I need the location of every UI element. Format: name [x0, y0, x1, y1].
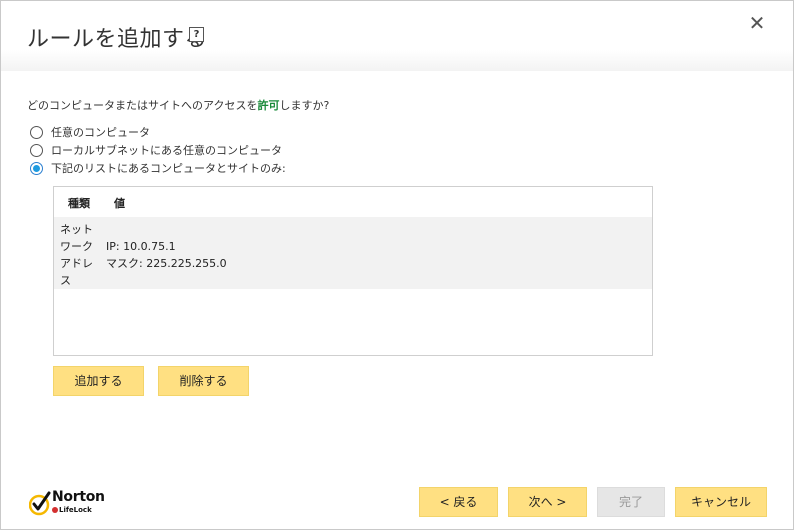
help-icon[interactable]: ?: [189, 27, 204, 42]
radio-option-listed-only[interactable]: 下記のリストにあるコンピュータとサイトのみ:: [30, 160, 286, 176]
question-suffix: しますか?: [279, 99, 330, 112]
logo-sub-text: LifeLock: [59, 506, 92, 514]
column-header-type[interactable]: 種類: [68, 195, 90, 211]
radio-label: ローカルサブネットにある任意のコンピュータ: [51, 144, 282, 157]
norton-check-icon: [29, 491, 51, 516]
radio-option-local-subnet[interactable]: ローカルサブネットにある任意のコンピュータ: [30, 142, 282, 158]
radio-label: 任意のコンピュータ: [51, 126, 150, 139]
back-button[interactable]: < 戻る: [419, 487, 498, 517]
list-header: 種類 値: [54, 187, 652, 217]
next-button[interactable]: 次へ >: [508, 487, 587, 517]
list-row[interactable]: ネットワークアドレス IP: 10.0.75.1 マスク: 225.225.25…: [54, 217, 652, 289]
logo-name: Norton: [52, 489, 105, 505]
logo-sub: LifeLock: [52, 506, 92, 514]
dialog-title: ルールを追加する: [27, 27, 208, 52]
column-header-value[interactable]: 値: [114, 195, 125, 211]
access-question: どのコンピュータまたはサイトへのアクセスを許可しますか?: [27, 97, 329, 113]
radio-button[interactable]: [30, 143, 43, 157]
address-list[interactable]: 種類 値 ネットワークアドレス IP: 10.0.75.1 マスク: 225.2…: [53, 186, 653, 356]
row-value-ip: IP: 10.0.75.1: [106, 240, 176, 253]
finish-button[interactable]: 完了: [597, 487, 665, 517]
add-rule-dialog: ルールを追加する ? ✕ どのコンピュータまたはサイトへのアクセスを許可しますか…: [0, 0, 794, 530]
lifelock-dot-icon: [52, 507, 58, 513]
remove-button[interactable]: 削除する: [158, 366, 249, 396]
question-highlight: 許可: [257, 99, 280, 112]
row-value-cell: IP: 10.0.75.1 マスク: 225.225.255.0: [106, 238, 227, 272]
norton-logo: Norton LifeLock: [29, 489, 119, 519]
radio-button[interactable]: [30, 125, 43, 139]
add-button[interactable]: 追加する: [53, 366, 144, 396]
radio-option-any-computer[interactable]: 任意のコンピュータ: [30, 124, 150, 140]
close-icon[interactable]: ✕: [747, 13, 767, 33]
radio-label: 下記のリストにあるコンピュータとサイトのみ:: [51, 162, 286, 175]
row-type-cell: ネットワークアドレス: [60, 223, 93, 287]
radio-button-checked[interactable]: [30, 161, 43, 175]
dialog-header: ルールを追加する ? ✕: [1, 1, 793, 71]
row-value-mask: マスク: 225.225.255.0: [106, 257, 227, 270]
cancel-button[interactable]: キャンセル: [675, 487, 767, 517]
question-prefix: どのコンピュータまたはサイトへのアクセスを: [27, 99, 258, 112]
